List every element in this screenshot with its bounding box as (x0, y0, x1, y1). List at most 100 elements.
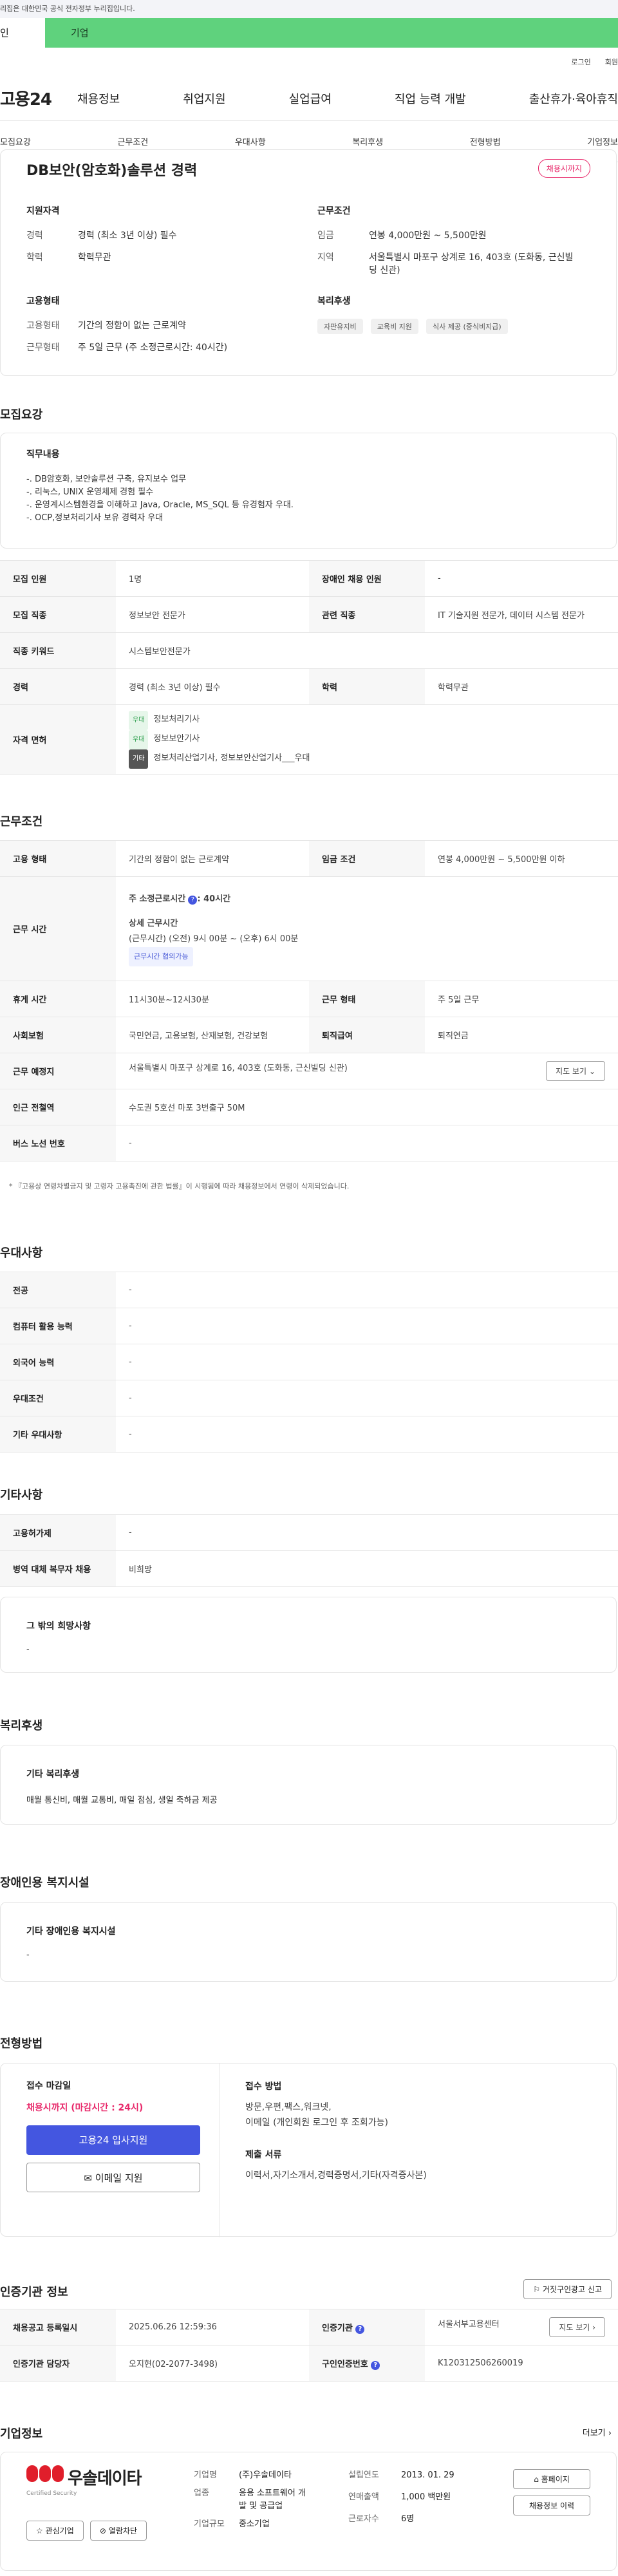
subnav-prefer[interactable]: 우대사항 (235, 135, 266, 147)
table-row: 전공 - (0, 1272, 618, 1308)
benefit-box-value: 매월 통신비, 매월 교통비, 매일 점심, 생일 축하금 제공 (26, 1796, 218, 1805)
work-section-title: 근무조건 (0, 815, 43, 829)
signup-link[interactable]: 회원 (605, 57, 618, 67)
etc-hope-title: 그 밖의 희망사항 (26, 1621, 91, 1631)
row-value: 기간의 정함이 없는 근로계약 (116, 840, 309, 877)
interest-company-button[interactable]: ☆ 관심기업 (26, 2521, 84, 2541)
selection-section-title: 전형방법 (0, 2037, 43, 2051)
row-value: - (425, 560, 618, 597)
deadline-title: 접수 마감일 (26, 2081, 71, 2091)
deadline-badge: 채용시까지 (538, 159, 590, 178)
row-value: 11시30분~12시30분 (116, 981, 309, 1017)
row-value: 2025.06.26 12:59:36 (116, 2309, 309, 2346)
gnb-item-benefit[interactable]: 실업급여 (289, 90, 332, 107)
table-row: 자격 면허 우대 정보처리기사 우대 정보보안기사 기타 정보처리산업기사, 정보보안… (0, 704, 618, 775)
disabled-box-title: 기타 장애인용 복지시설 (26, 1926, 116, 1937)
report-fake-ad-button[interactable]: ⚐ 거짓구인광고 신고 (523, 2279, 612, 2299)
row-header: 모집 인원 (0, 560, 116, 597)
subnav-benefit[interactable]: 복리후생 (352, 135, 383, 147)
subnav-recruit[interactable]: 모집요강 (0, 135, 31, 147)
report-icon: ⚐ (533, 2285, 541, 2294)
subnav-company[interactable]: 기업정보 (587, 135, 618, 147)
row-header: 직종 키워드 (0, 632, 116, 669)
etc-table: 고용허가제 - 병역 대체 복무자 채용 비희망 (0, 1514, 618, 1587)
row-header: 컴퓨터 활용 능력 (0, 1308, 116, 1344)
org-map-button[interactable]: 지도 보기 › (549, 2317, 605, 2337)
benefit-box-title: 기타 복리후생 (26, 1769, 80, 1780)
docs-value: 이력서,자기소개서,경력증명서,기타(자격증사본) (245, 2170, 427, 2181)
row-value: 서울특별시 마포구 상계로 16, 403호 (도화동, 근신빌딩 신관) (129, 1064, 348, 1073)
row-header: 근무 예정지 (0, 1053, 116, 1089)
duty-line: -. DB암호화, 보안솔루션 구축, 유지보수 업무 (26, 475, 187, 484)
map-button[interactable]: 지도 보기 ⌄ (546, 1061, 605, 1081)
tab-individual[interactable]: 인 (0, 18, 45, 48)
homepage-button[interactable]: ⌂ 홈페이지 (513, 2469, 590, 2489)
gnb-item-jobs[interactable]: 채용정보 (77, 90, 120, 107)
gnb-item-leave[interactable]: 출산휴가·육아휴직 (529, 90, 618, 107)
subnav-selection[interactable]: 전형방법 (470, 135, 501, 147)
block-company-button[interactable]: ⊘ 열람차단 (89, 2521, 147, 2541)
company-logo: 우솔데이타 Certified Security (26, 2465, 142, 2497)
license-tag: 우대 (129, 710, 149, 730)
subnav-work[interactable]: 근무조건 (117, 135, 148, 147)
cond-region-value: 서울특별시 마포구 상계로 16, 403호 (도화동, 근신빌딩 신관) (369, 252, 574, 276)
table-row: 직종 키워드 시스템보안전문가 (0, 632, 618, 669)
work-table: 고용 형태 기간의 정함이 없는 근로계약 임금 조건 연봉 4,000만원 ~… (0, 840, 618, 1161)
info-icon[interactable]: ? (371, 2360, 380, 2370)
qual-title: 지원자격 (26, 206, 60, 216)
company-biz-key: 업종 (194, 2488, 209, 2498)
row-header: 외국어 능력 (0, 1344, 116, 1380)
row-value: 1명 (116, 560, 309, 597)
row-value: - (116, 1514, 618, 1551)
deadline-value: 채용시까지 (마감시간 : 24시) (26, 2103, 144, 2113)
util-links: 로그인 회원 (0, 48, 618, 76)
method-value: 방문,우편,팩스,워크넷, (245, 2102, 332, 2112)
row-header: 모집 직종 (0, 596, 116, 633)
row-header: 인증기관 담당자 (0, 2345, 116, 2382)
star-icon: ☆ (36, 2526, 43, 2535)
etc-hope-value: - (26, 1645, 30, 1655)
info-icon[interactable]: ? (355, 2324, 365, 2334)
company-founded-value: 2013. 01. 29 (401, 2470, 454, 2480)
info-icon[interactable]: ? (188, 895, 198, 905)
job-title: DB보안(암호화)솔루션 경력 (26, 163, 198, 179)
job-history-button[interactable]: 채용정보 이력 (513, 2496, 590, 2515)
row-header: 자격 면허 (0, 704, 116, 775)
row-value: - (116, 1344, 618, 1380)
row-header: 고용허가제 (0, 1514, 116, 1551)
row-value: - (116, 1380, 618, 1416)
table-row: 사회보험 국민연금, 고용보험, 산재보험, 건강보험 퇴직급여 퇴직연금 (0, 1017, 618, 1053)
hours-negotiable-pill: 근무시간 협의가능 (129, 946, 194, 966)
row-header: 휴게 시간 (0, 981, 116, 1017)
chevron-down-icon: ⌄ (588, 1067, 595, 1076)
qual-career-key: 경력 (26, 230, 43, 241)
company-revenue-key: 연매출액 (348, 2492, 379, 2502)
cond-wage-key: 임금 (317, 230, 334, 241)
interest-company-label: 관심기업 (45, 2526, 74, 2535)
gnb-item-training[interactable]: 직업 능력 개발 (395, 90, 466, 107)
table-row: 버스 노선 번호 - (0, 1125, 618, 1161)
apply-button[interactable]: 고용24 입사지원 (26, 2125, 200, 2155)
company-name-key: 기업명 (194, 2470, 217, 2480)
gov-notice-bar: 리집은 대한민국 공식 전자정부 누리집입니다. (0, 0, 618, 18)
recruit-section-title: 모집요강 (0, 408, 43, 422)
gnb-item-support[interactable]: 취업지원 (183, 90, 225, 107)
benefit-section-title: 복리후생 (0, 1719, 43, 1733)
gov-notice-text: 리집은 대한민국 공식 전자정부 누리집입니다. (0, 5, 135, 13)
login-link[interactable]: 로그인 (571, 57, 590, 67)
chevron-right-icon: › (608, 2429, 612, 2438)
email-apply-button[interactable]: ✉ 이메일 지원 (26, 2163, 200, 2192)
block-company-label: 열람차단 (108, 2526, 137, 2535)
license-tag: 우대 (129, 729, 149, 749)
org-cell: 서울서부고용센터 지도 보기 › (425, 2309, 618, 2346)
row-header: 버스 노선 번호 (0, 1125, 116, 1161)
org-header-label: 인증기관 (322, 2323, 353, 2333)
chevron-right-icon: › (592, 2323, 595, 2332)
table-row: 고용 형태 기간의 정함이 없는 근로계약 임금 조건 연봉 4,000만원 ~… (0, 840, 618, 877)
site-logo[interactable]: 고용24 (0, 86, 77, 110)
company-biz-value: 응용 소프트웨어 개발 및 공급업 (239, 2488, 306, 2511)
table-row: 외국어 능력 - (0, 1344, 618, 1380)
company-size-key: 기업규모 (194, 2519, 225, 2529)
company-more-link[interactable]: 더보기 › (583, 2426, 612, 2438)
tab-business[interactable]: 기업 (45, 18, 618, 48)
